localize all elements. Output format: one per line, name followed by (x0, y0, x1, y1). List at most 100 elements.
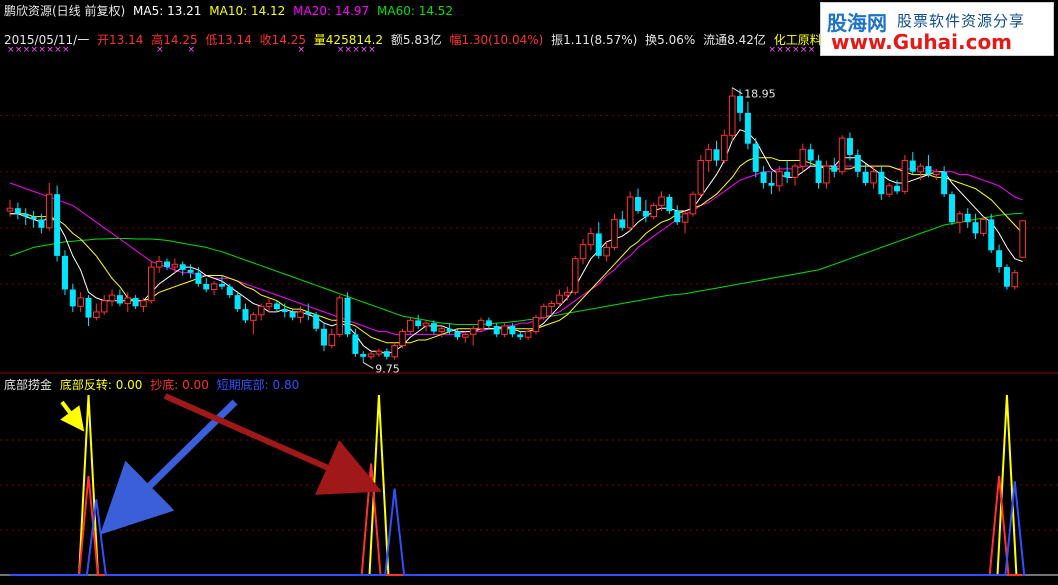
indicator-series-line (10, 463, 1023, 576)
indicator-chart[interactable] (0, 390, 1058, 585)
candle-body (415, 320, 422, 326)
candle-body (1011, 272, 1019, 288)
candle-body (894, 185, 901, 192)
candle (383, 348, 390, 360)
candle (705, 143, 712, 172)
candle-body (689, 193, 697, 215)
candle-body (721, 134, 728, 162)
candle (469, 325, 477, 346)
candle (85, 295, 92, 326)
candle-body (61, 255, 68, 290)
ma5-value: MA5: 13.21 (133, 4, 202, 18)
candle (462, 331, 469, 343)
candle-body (799, 148, 807, 167)
ma-lines (9, 129, 1023, 355)
candle-body (885, 185, 893, 195)
high-pointer (731, 87, 743, 95)
candle-body (485, 320, 492, 326)
candle (556, 289, 563, 307)
candle-body (14, 208, 21, 214)
candle (760, 166, 767, 189)
candle-body (265, 303, 273, 307)
candle-body (964, 213, 971, 223)
candle-body (509, 325, 516, 335)
candle (744, 101, 751, 150)
top-markers: × × × × × × × × × × × × × × × × × × × × × × (7, 46, 815, 55)
stock-title: 鹏欣资源(日线 前复权) (4, 4, 126, 18)
candle-body (901, 160, 909, 192)
candle (352, 328, 359, 357)
top-marker: × (31, 46, 39, 55)
candle (360, 351, 367, 363)
yellow-arrow-annotation (60, 400, 85, 432)
price-chart[interactable]: × × × × × × × × × × × × × × × × × × × × × × 18.95 9.75 (0, 46, 1058, 374)
candle (650, 202, 658, 220)
candle (132, 295, 139, 310)
candle-body (972, 222, 979, 234)
candle-body (658, 196, 665, 206)
watermark-slogan: 股票软件资源分享 (897, 12, 1026, 30)
candle (964, 208, 971, 228)
candle (375, 348, 383, 357)
low-pointer (362, 361, 374, 369)
candle-body (77, 297, 84, 307)
candle-body (6, 207, 14, 212)
candle (846, 132, 853, 161)
candle-body (462, 333, 469, 338)
candle-body (878, 171, 885, 195)
candle (737, 89, 744, 122)
candle (391, 342, 398, 360)
candle-body (571, 258, 579, 293)
candle-body (203, 283, 210, 290)
candle (265, 297, 273, 312)
candle (108, 289, 116, 307)
candle-body (187, 269, 194, 273)
candle (697, 154, 705, 197)
candle-body (611, 218, 618, 248)
candle (956, 211, 964, 234)
candle-body (218, 283, 225, 287)
candle (768, 171, 775, 195)
candle-body (273, 303, 280, 310)
candle (30, 211, 37, 228)
candle (1019, 220, 1026, 258)
candle (155, 255, 163, 273)
candle (257, 303, 265, 321)
candle-body (210, 283, 218, 290)
candle-body (281, 309, 288, 312)
candle (885, 182, 893, 197)
candle (815, 154, 822, 189)
ma10-value: MA10: 14.12 (209, 4, 286, 18)
top-marker: × (768, 46, 776, 55)
top-marker: × (46, 46, 54, 55)
candle (493, 323, 500, 338)
candle (313, 311, 320, 332)
candle (485, 317, 492, 329)
candle (344, 292, 351, 338)
candle-body (367, 353, 375, 358)
candle (854, 149, 861, 178)
candle-body (164, 261, 170, 268)
candle-body (305, 311, 312, 315)
candle-body (234, 295, 241, 310)
ma10-line (10, 157, 1023, 344)
candle-body (321, 328, 327, 346)
candle-body (22, 213, 29, 217)
candle (77, 292, 84, 312)
candle (1003, 264, 1010, 290)
candle-body (909, 160, 916, 172)
candle-body (823, 165, 830, 184)
candle-body (30, 216, 37, 220)
candle-body (179, 264, 186, 270)
candle (148, 261, 155, 304)
candle-body (352, 334, 359, 354)
candle-body (870, 171, 877, 184)
candle-body (540, 305, 548, 319)
top-marker: × (15, 46, 23, 55)
candle (242, 303, 249, 324)
candle (1011, 269, 1019, 290)
candle (925, 154, 932, 178)
candle-body (328, 333, 336, 347)
candle-body (313, 314, 320, 329)
candle (210, 281, 218, 296)
